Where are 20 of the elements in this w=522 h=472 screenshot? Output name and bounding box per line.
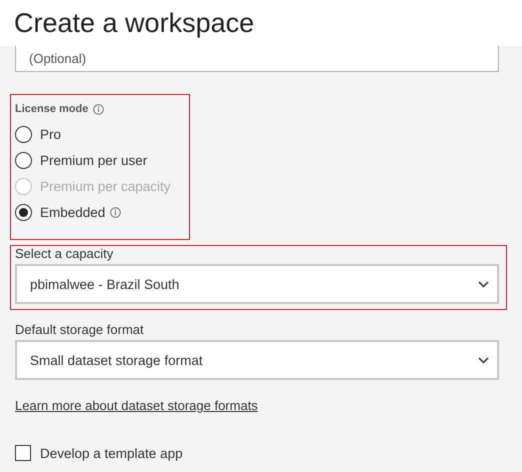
page-title: Create a workspace (14, 8, 254, 38)
radio-button[interactable] (15, 152, 32, 168)
radio-label: Premium per user (40, 152, 148, 168)
chevron-down-icon (478, 280, 489, 288)
radio-label: Pro (40, 126, 62, 142)
radio-button[interactable] (15, 126, 32, 142)
info-icon[interactable] (110, 206, 122, 218)
license-mode-label: License mode (15, 103, 88, 115)
dropdown-select[interactable]: pbimalwee - Brazil South (15, 264, 499, 304)
radio-label: Premium per capacity (40, 178, 171, 194)
dropdown-select[interactable]: Small dataset storage format (15, 340, 499, 380)
checkbox[interactable] (15, 445, 31, 461)
learn-more-link[interactable]: Learn more about dataset storage formats (15, 398, 258, 413)
field-label: Select a capacity (15, 246, 114, 261)
radio-button[interactable] (15, 204, 32, 220)
radio-label: Embedded (40, 204, 106, 220)
chevron-down-icon (478, 356, 489, 364)
checkbox-label: Develop a template app (40, 446, 183, 460)
info-icon[interactable] (93, 104, 104, 114)
field-label: Default storage format (15, 322, 144, 337)
